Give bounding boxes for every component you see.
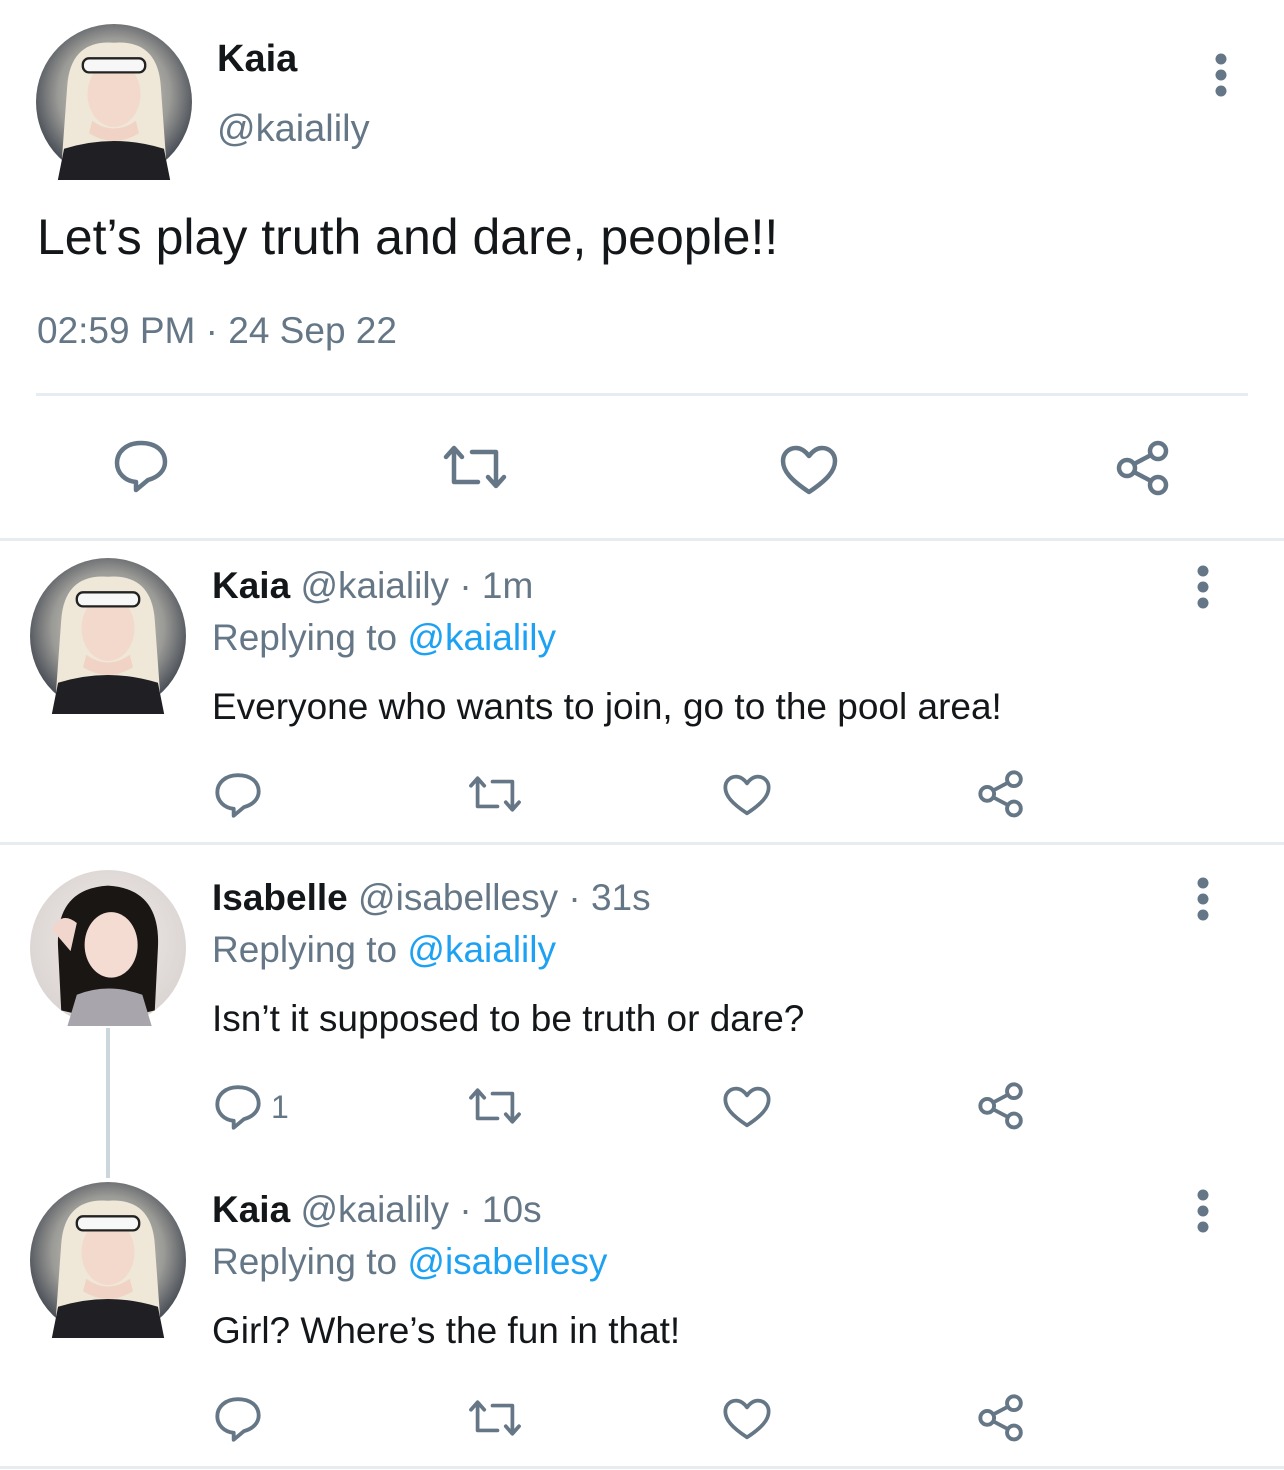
like-button[interactable] bbox=[722, 1085, 772, 1129]
replying-prefix: Replying to bbox=[212, 1241, 398, 1282]
avatar-image bbox=[30, 870, 186, 1026]
tweet-timestamp[interactable]: 02:59 PM · 24 Sep 22 bbox=[37, 310, 397, 352]
divider bbox=[0, 1466, 1284, 1469]
reply-icon bbox=[114, 440, 168, 493]
retweet-button[interactable] bbox=[466, 773, 524, 815]
avatar-image bbox=[36, 24, 192, 180]
handle[interactable]: @kaialily bbox=[300, 1189, 449, 1230]
divider bbox=[0, 538, 1284, 541]
retweet-icon bbox=[469, 776, 521, 812]
reply-button[interactable] bbox=[213, 1394, 271, 1444]
reply-header: Kaia @kaialily · 10s bbox=[212, 1189, 542, 1231]
retweet-icon bbox=[443, 445, 507, 489]
reply-button[interactable] bbox=[112, 438, 170, 494]
replying-to-link[interactable]: @isabellesy bbox=[407, 1241, 607, 1282]
reply-text: Everyone who wants to join, go to the po… bbox=[212, 686, 1002, 727]
avatar[interactable] bbox=[30, 870, 186, 1026]
retweet-icon bbox=[469, 1088, 521, 1124]
reply-button[interactable]: 1 bbox=[213, 1082, 289, 1132]
share-icon bbox=[1116, 440, 1169, 496]
share-button[interactable] bbox=[976, 1080, 1026, 1130]
display-name[interactable]: Kaia bbox=[212, 565, 290, 606]
avatar[interactable] bbox=[36, 24, 192, 180]
more-options-icon[interactable] bbox=[1188, 1180, 1218, 1240]
reply-icon bbox=[215, 1085, 261, 1130]
replying-to-link[interactable]: @kaialily bbox=[407, 929, 556, 970]
like-button[interactable] bbox=[779, 444, 839, 496]
heart-icon bbox=[723, 1398, 771, 1440]
heart-icon bbox=[723, 1086, 771, 1128]
share-icon bbox=[978, 770, 1023, 818]
like-button[interactable] bbox=[722, 773, 772, 817]
share-button[interactable] bbox=[976, 768, 1026, 818]
avatar-image bbox=[30, 1182, 186, 1338]
reply-time[interactable]: · 10s bbox=[459, 1189, 541, 1230]
replying-prefix: Replying to bbox=[212, 617, 398, 658]
replying-to: Replying to @isabellesy bbox=[212, 1241, 607, 1283]
handle[interactable]: @kaialily bbox=[217, 108, 370, 151]
handle[interactable]: @isabellesy bbox=[358, 877, 558, 918]
retweet-button[interactable] bbox=[466, 1085, 524, 1127]
share-icon bbox=[978, 1394, 1023, 1442]
replying-prefix: Replying to bbox=[212, 929, 398, 970]
handle[interactable]: @kaialily bbox=[300, 565, 449, 606]
avatar-image bbox=[30, 558, 186, 714]
retweet-button[interactable] bbox=[440, 442, 510, 492]
reply-time[interactable]: · 1m bbox=[459, 565, 533, 606]
reply-button[interactable] bbox=[213, 770, 271, 820]
replying-to-link[interactable]: @kaialily bbox=[407, 617, 556, 658]
retweet-icon bbox=[469, 1400, 521, 1436]
reply-text: Isn’t it supposed to be truth or dare? bbox=[212, 998, 805, 1039]
reply-icon bbox=[215, 773, 261, 818]
avatar[interactable] bbox=[30, 558, 186, 714]
like-button[interactable] bbox=[722, 1397, 772, 1441]
reply-text: Girl? Where’s the fun in that! bbox=[212, 1310, 681, 1351]
more-options-icon[interactable] bbox=[1188, 868, 1218, 928]
retweet-button[interactable] bbox=[466, 1397, 524, 1439]
heart-icon bbox=[723, 774, 771, 816]
share-button[interactable] bbox=[1114, 438, 1172, 496]
divider bbox=[36, 393, 1248, 396]
reply-header: Kaia @kaialily · 1m bbox=[212, 565, 533, 607]
share-button[interactable] bbox=[976, 1392, 1026, 1442]
replying-to: Replying to @kaialily bbox=[212, 929, 556, 971]
display-name[interactable]: Kaia bbox=[212, 1189, 290, 1230]
share-icon bbox=[978, 1082, 1023, 1130]
tweet-text: Let’s play truth and dare, people!! bbox=[37, 209, 779, 265]
heart-icon bbox=[780, 445, 838, 495]
reply-count: 1 bbox=[271, 1088, 289, 1125]
display-name[interactable]: Isabelle bbox=[212, 877, 348, 918]
reply-header: Isabelle @isabellesy · 31s bbox=[212, 877, 651, 919]
more-options-icon[interactable] bbox=[1206, 44, 1236, 104]
thread-connector bbox=[106, 1028, 110, 1178]
reply-icon bbox=[215, 1397, 261, 1442]
more-options-icon[interactable] bbox=[1188, 556, 1218, 616]
divider bbox=[0, 842, 1284, 845]
display-name[interactable]: Kaia bbox=[217, 38, 297, 81]
avatar[interactable] bbox=[30, 1182, 186, 1338]
reply-time[interactable]: · 31s bbox=[568, 877, 650, 918]
replying-to: Replying to @kaialily bbox=[212, 617, 556, 659]
